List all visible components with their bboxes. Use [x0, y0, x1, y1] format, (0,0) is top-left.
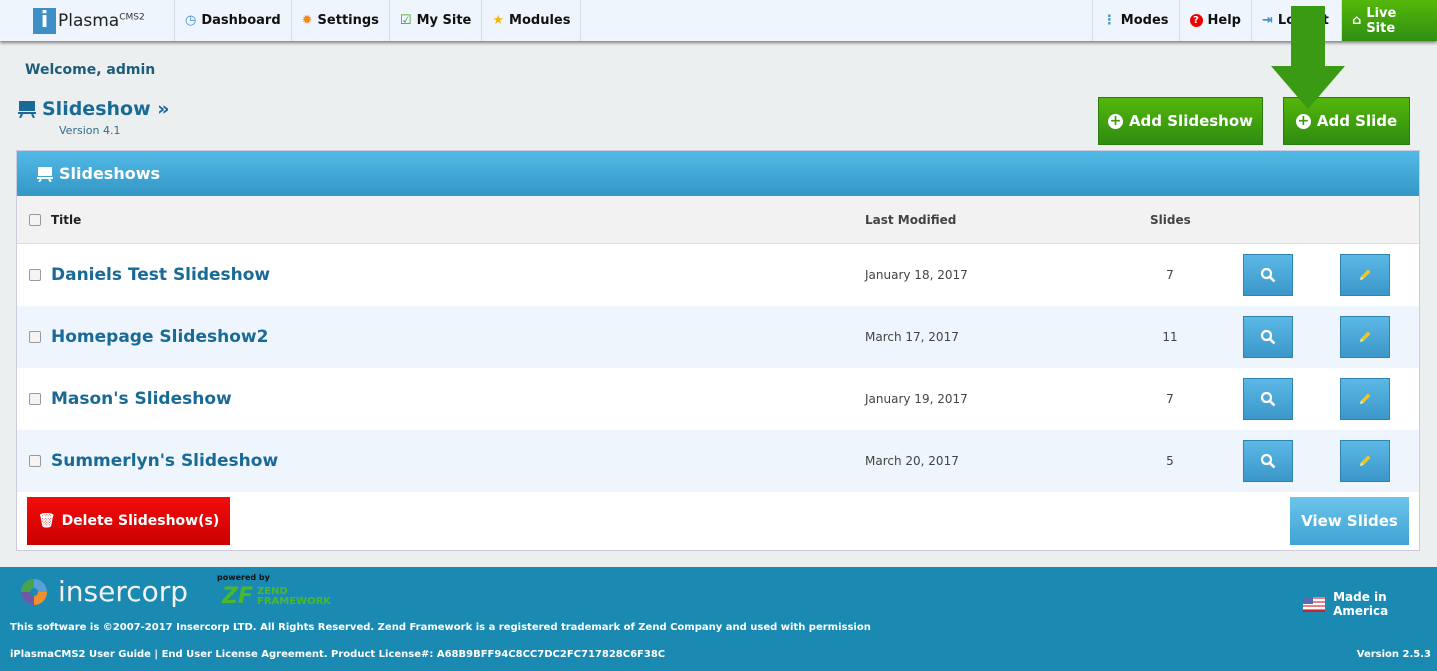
gear-logo-icon: [21, 578, 47, 605]
view-button[interactable]: [1243, 378, 1293, 420]
select-all-checkbox[interactable]: [29, 213, 41, 226]
edit-button[interactable]: [1340, 254, 1390, 296]
view-button[interactable]: [1243, 316, 1293, 358]
table-row: Daniels Test Slideshow January 18, 2017 …: [17, 244, 1419, 306]
pencil-icon: [1360, 455, 1371, 466]
view-button[interactable]: [1243, 440, 1293, 482]
table-header: Title Last Modified Slides: [17, 196, 1419, 244]
slide-count: 7: [1166, 392, 1174, 406]
edit-icon: ☑: [399, 13, 412, 28]
footer: insercorp powered by ZF ZEND FRAMEWORK Mad…: [0, 567, 1437, 671]
nav-modules[interactable]: ★ Modules: [482, 0, 582, 41]
page-title[interactable]: Slideshow »: [18, 98, 170, 120]
column-title[interactable]: Title: [51, 213, 81, 227]
last-modified: March 17, 2017: [865, 330, 959, 344]
slide-count: 5: [1166, 454, 1174, 468]
column-last-modified[interactable]: Last Modified: [865, 213, 956, 227]
help-icon: ?: [1189, 14, 1203, 27]
row-checkbox[interactable]: [29, 331, 41, 343]
slide-count: 7: [1166, 268, 1174, 282]
logo-text: PlasmaCMS2: [58, 10, 145, 31]
powered-by: powered by: [217, 573, 270, 582]
view-slides-button[interactable]: View Slides: [1290, 497, 1409, 545]
arrow-down-icon: [1271, 6, 1345, 109]
plus-circle-icon: +: [1107, 112, 1123, 129]
edit-button[interactable]: [1340, 378, 1390, 420]
gear-icon: ✹: [301, 13, 313, 28]
pencil-icon: [1360, 393, 1371, 404]
nav-my-site[interactable]: ☑ My Site: [390, 0, 483, 41]
pencil-icon: [1360, 331, 1371, 342]
home-icon: ⌂: [1352, 13, 1362, 28]
trash-icon: 🗑: [37, 513, 56, 529]
table-row: Summerlyn's Slideshow March 20, 2017 5: [17, 430, 1419, 492]
search-icon: [1260, 267, 1276, 283]
slideshow-title-link[interactable]: Daniels Test Slideshow: [51, 265, 270, 285]
dots-icon: ⋮: [1102, 13, 1116, 28]
search-icon: [1260, 453, 1276, 469]
search-icon: [1260, 391, 1276, 407]
slideshow-title-link[interactable]: Homepage Slideshow2: [51, 327, 268, 347]
nav-dashboard[interactable]: ◷ Dashboard: [175, 0, 292, 41]
star-icon: ★: [492, 13, 505, 28]
table-row: Homepage Slideshow2 March 17, 2017 11: [17, 306, 1419, 368]
top-navbar: i PlasmaCMS2 ◷ Dashboard ✹ Settings ☑ My Sit…: [0, 0, 1437, 41]
copyright: This software is ©2007-2017 Insercorp LT…: [10, 622, 871, 633]
panel-header: Slideshows: [17, 151, 1419, 196]
last-modified: January 19, 2017: [865, 392, 968, 406]
column-slides[interactable]: Slides: [1150, 213, 1191, 227]
slide-count: 11: [1162, 330, 1178, 344]
nav-settings[interactable]: ✹ Settings: [292, 0, 390, 41]
table-row: Mason's Slideshow January 19, 2017 7: [17, 368, 1419, 430]
last-modified: January 18, 2017: [865, 268, 968, 282]
logo[interactable]: i PlasmaCMS2: [0, 0, 175, 41]
logo-mark: i: [33, 7, 56, 34]
cms-version: Version 2.5.3: [1356, 649, 1431, 660]
live-site-button[interactable]: ⌂ Live Site: [1342, 0, 1437, 41]
insercorp-logo: insercorp: [18, 575, 188, 608]
module-version: Version 4.1: [59, 124, 121, 137]
slideshow-title-link[interactable]: Summerlyn's Slideshow: [51, 451, 278, 471]
last-modified: March 20, 2017: [865, 454, 959, 468]
slideshow-icon: [18, 101, 36, 118]
edit-button[interactable]: [1340, 316, 1390, 358]
pencil-icon: [1360, 269, 1371, 280]
us-flag-icon: [1303, 596, 1326, 612]
dashboard-icon: ◷: [185, 13, 197, 28]
delete-slideshows-button[interactable]: 🗑 Delete Slideshow(s): [27, 497, 230, 545]
row-checkbox[interactable]: [29, 393, 41, 405]
plus-circle-icon: +: [1295, 112, 1311, 129]
slideshows-panel: Slideshows Title Last Modified Slides Da…: [16, 150, 1420, 551]
row-checkbox[interactable]: [29, 269, 41, 281]
slideshow-title-link[interactable]: Mason's Slideshow: [51, 389, 232, 409]
row-checkbox[interactable]: [29, 455, 41, 467]
license-links[interactable]: iPlasmaCMS2 User Guide | End User Licens…: [10, 649, 665, 660]
nav-modes[interactable]: ⋮ Modes: [1093, 0, 1180, 41]
view-button[interactable]: [1243, 254, 1293, 296]
made-in-america: Made in America: [1303, 590, 1437, 618]
edit-button[interactable]: [1340, 440, 1390, 482]
welcome-text: Welcome, admin: [25, 62, 156, 78]
add-slideshow-button[interactable]: + Add Slideshow: [1098, 97, 1263, 145]
zend-logo: ZF ZEND FRAMEWORK: [222, 584, 332, 609]
nav-help[interactable]: ? Help: [1180, 0, 1252, 41]
search-icon: [1260, 329, 1276, 345]
slideshow-icon: [37, 166, 53, 182]
